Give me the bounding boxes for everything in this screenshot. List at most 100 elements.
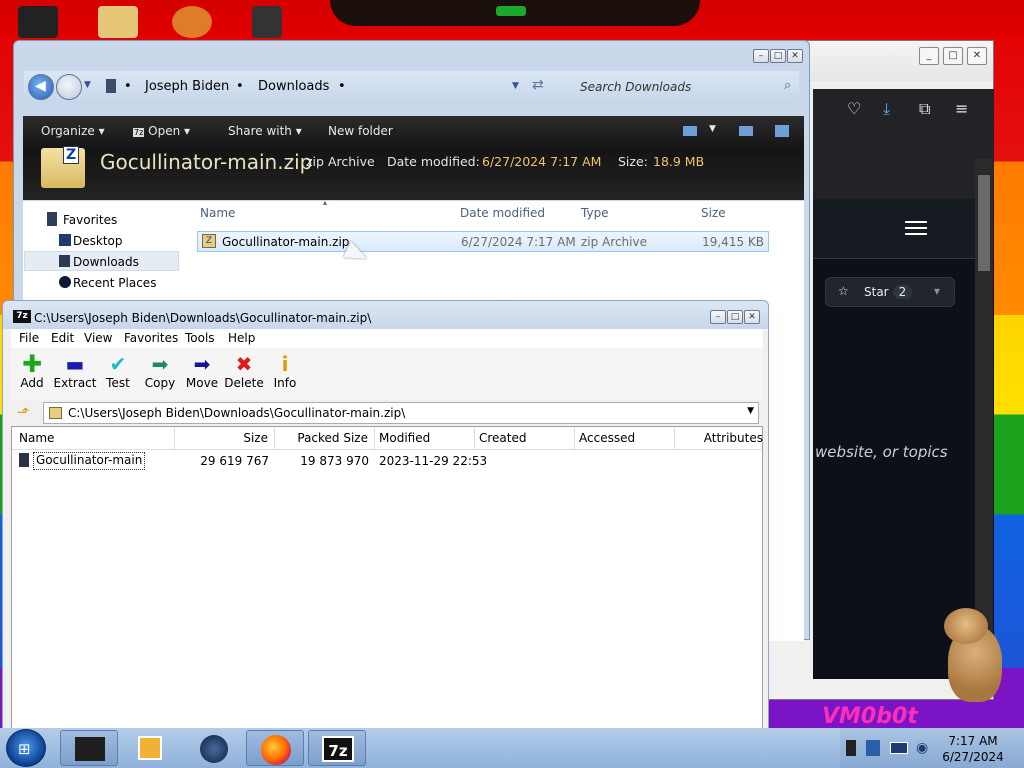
desktop-icon-computer[interactable] (252, 6, 282, 38)
nav-recent-places[interactable]: Recent Places (73, 276, 156, 290)
command-bar: Organize ▾ 7z Open ▾ Share with ▾ New fo… (23, 116, 804, 200)
address-dropdown-icon[interactable]: ▼ (512, 81, 519, 91)
scrollbar-thumb[interactable] (978, 175, 990, 271)
desktop-icon-folder[interactable] (98, 6, 138, 38)
pocket-icon[interactable]: ♡ (847, 99, 861, 118)
menu-view[interactable]: View (84, 331, 112, 345)
archive-entry-name[interactable]: Gocullinator-main (33, 452, 146, 470)
menu-tools[interactable]: Tools (185, 331, 215, 345)
globe-icon (200, 735, 228, 763)
scrollbar[interactable] (975, 159, 993, 639)
column-name[interactable]: Name (200, 206, 235, 220)
back-button[interactable]: ◀ (28, 74, 54, 100)
column-accessed[interactable]: Accessed (575, 427, 675, 449)
maximize-button[interactable]: □ (770, 49, 786, 63)
taskbar-firefox[interactable] (246, 730, 304, 766)
preview-pane-icon[interactable] (739, 126, 753, 136)
column-attributes[interactable]: Attributes (675, 427, 763, 449)
close-button[interactable]: ✕ (967, 47, 987, 65)
7zip-caption-buttons: – □ ✕ (710, 310, 760, 324)
nav-favorites[interactable]: Favorites (63, 213, 117, 227)
maximize-button[interactable]: □ (943, 47, 963, 65)
menu-edit[interactable]: Edit (51, 331, 74, 345)
taskbar-network[interactable] (186, 730, 244, 766)
maximize-button[interactable]: □ (727, 310, 743, 324)
explorer-icon (75, 737, 105, 761)
open-button[interactable]: 7z Open ▾ (133, 124, 190, 138)
nav-desktop[interactable]: Desktop (73, 234, 123, 248)
minimize-button[interactable]: – (710, 310, 726, 324)
media-player-icon (138, 736, 162, 760)
star-count: 2 (892, 285, 913, 299)
forward-button[interactable] (56, 74, 82, 100)
details-size-label: Size: (618, 154, 648, 169)
add-button[interactable]: ✚ Add (10, 352, 54, 398)
search-input[interactable]: Search Downloads (574, 77, 804, 99)
path-input[interactable]: C:\Users\Joseph Biden\Downloads\Gocullin… (43, 402, 759, 424)
github-nav (813, 199, 994, 259)
tray-shield-icon[interactable] (866, 740, 880, 756)
breadcrumb-joseph-biden[interactable]: Joseph Biden (145, 79, 229, 94)
column-size[interactable]: Size (701, 206, 726, 220)
organize-button[interactable]: Organize ▾ (41, 124, 105, 138)
taskbar-media-player[interactable] (124, 730, 182, 766)
path-dropdown-icon[interactable]: ▼ (747, 406, 754, 416)
taskbar-explorer[interactable] (60, 730, 118, 766)
extensions-icon[interactable]: ⧉ (919, 99, 930, 119)
zip-file-icon: Z (202, 234, 216, 248)
search-icon[interactable]: ⌕ (784, 78, 791, 93)
column-type[interactable]: Type (581, 206, 609, 220)
archive-entry-packed: 19 873 970 (300, 454, 369, 468)
history-dropdown-icon[interactable]: ▼ (84, 80, 91, 90)
nav-downloads[interactable]: Downloads (73, 255, 139, 269)
file-row[interactable]: Z Gocullinator-main.zip 6/27/2024 7:17 A… (197, 231, 769, 252)
column-size[interactable]: Size (175, 427, 275, 449)
menu-file[interactable]: File (19, 331, 39, 345)
7zip-icon: 7z (133, 128, 145, 137)
copy-button[interactable]: ➡ Copy (138, 352, 182, 398)
zip-file-icon (49, 407, 62, 419)
close-button[interactable]: ✕ (744, 310, 760, 324)
move-button[interactable]: ➡ Move (180, 352, 224, 398)
column-name[interactable]: Name (12, 427, 175, 449)
up-folder-icon[interactable]: ⬏ (17, 403, 30, 421)
new-folder-button[interactable]: New folder (328, 124, 393, 138)
view-icon[interactable] (683, 126, 697, 136)
plus-icon: ✚ (21, 350, 43, 378)
firefox-icon (261, 735, 291, 765)
tray-volume-icon[interactable]: ◉ (916, 740, 928, 756)
minimize-button[interactable]: – (753, 49, 769, 63)
menu-favorites[interactable]: Favorites (124, 331, 178, 345)
test-button[interactable]: ✔ Test (96, 352, 140, 398)
desktop-icon (59, 234, 71, 246)
view-dropdown-icon[interactable]: ▼ (709, 124, 716, 134)
column-date-modified[interactable]: Date modified (460, 206, 545, 220)
desktop-icon-app[interactable] (172, 6, 212, 38)
start-button[interactable]: ⊞ (6, 729, 46, 767)
close-button[interactable]: ✕ (787, 49, 803, 63)
help-icon[interactable] (775, 125, 789, 137)
delete-button[interactable]: ✖ Delete (222, 352, 266, 398)
minimize-button[interactable]: _ (919, 47, 939, 65)
wallpaper-green-mark (496, 6, 526, 16)
column-created[interactable]: Created (475, 427, 575, 449)
star-button[interactable]: ☆ Star 2 ▾ (825, 277, 955, 307)
tray-network-icon[interactable] (890, 742, 908, 754)
menu-help[interactable]: Help (228, 331, 255, 345)
taskbar-7zip[interactable]: 7z (308, 730, 366, 766)
tray-flag-icon[interactable] (846, 740, 856, 756)
chevron-down-icon[interactable]: ▾ (934, 284, 940, 298)
desktop-icon-bin[interactable] (18, 6, 58, 38)
refresh-icon[interactable]: ⇄ (532, 77, 544, 93)
column-modified[interactable]: Modified (375, 427, 475, 449)
column-packed-size[interactable]: Packed Size (275, 427, 375, 449)
hamburger-icon[interactable] (905, 221, 927, 235)
menu-icon[interactable]: ≡ (955, 99, 968, 118)
extract-button[interactable]: ▬ Extract (53, 352, 97, 398)
breadcrumb-downloads[interactable]: Downloads (258, 79, 329, 94)
details-date-value: 6/27/2024 7:17 AM (482, 154, 602, 169)
info-button[interactable]: i Info (263, 352, 307, 398)
share-with-button[interactable]: Share with ▾ (228, 124, 302, 138)
clock[interactable]: 7:17 AM 6/27/2024 (930, 733, 1016, 765)
download-icon[interactable]: ⤓ (883, 99, 890, 119)
